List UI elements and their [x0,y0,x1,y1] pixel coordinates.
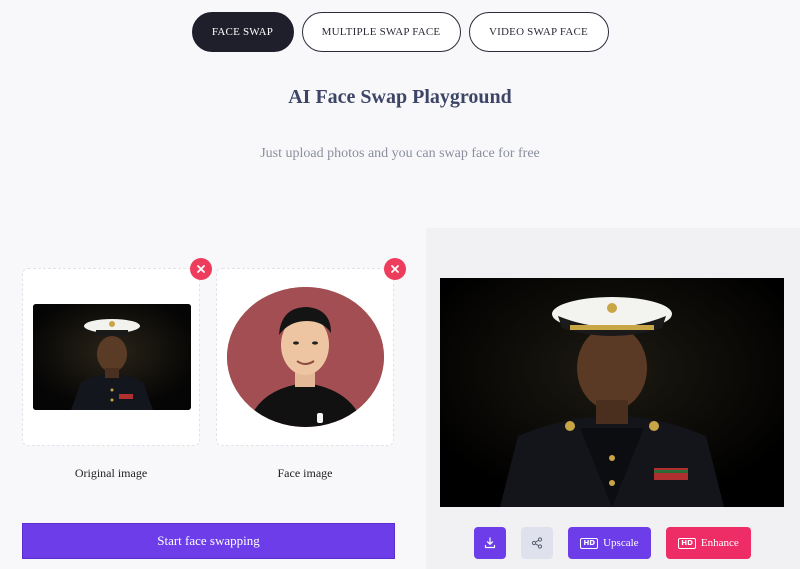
enhance-button[interactable]: HD Enhance [666,527,751,559]
upscale-label: Upscale [603,537,639,549]
tab-multiple-swap-face[interactable]: MULTIPLE SWAP FACE [301,12,461,52]
close-icon [391,265,399,273]
page-title: AI Face Swap Playground [288,86,512,108]
mode-tabs: FACE SWAP MULTIPLE SWAP FACE VIDEO SWAP … [0,12,800,52]
remove-original-button[interactable] [190,258,212,280]
original-image-caption: Original image [74,466,148,480]
download-button[interactable] [474,527,506,559]
tab-face-swap[interactable]: FACE SWAP [191,12,294,52]
remove-face-button[interactable] [384,258,406,280]
hd-icon: HD [580,537,599,549]
tab-video-swap-face[interactable]: VIDEO SWAP FACE [468,12,609,52]
original-image-thumbnail [33,304,191,410]
page-subtitle: Just upload photos and you can swap face… [260,146,540,161]
hd-icon: HD [678,537,696,549]
share-button[interactable] [521,527,553,559]
close-icon [197,265,205,273]
download-icon [484,537,496,549]
result-image [440,278,784,507]
face-image-caption: Face image [277,466,333,480]
share-icon [531,537,543,549]
enhance-label: Enhance [700,537,739,549]
upscale-button[interactable]: HD Upscale [568,527,651,559]
face-image-thumbnail [227,287,384,427]
start-face-swapping-button[interactable]: Start face swapping [22,523,395,559]
face-swap-page: FACE SWAP MULTIPLE SWAP FACE VIDEO SWAP … [0,0,800,569]
